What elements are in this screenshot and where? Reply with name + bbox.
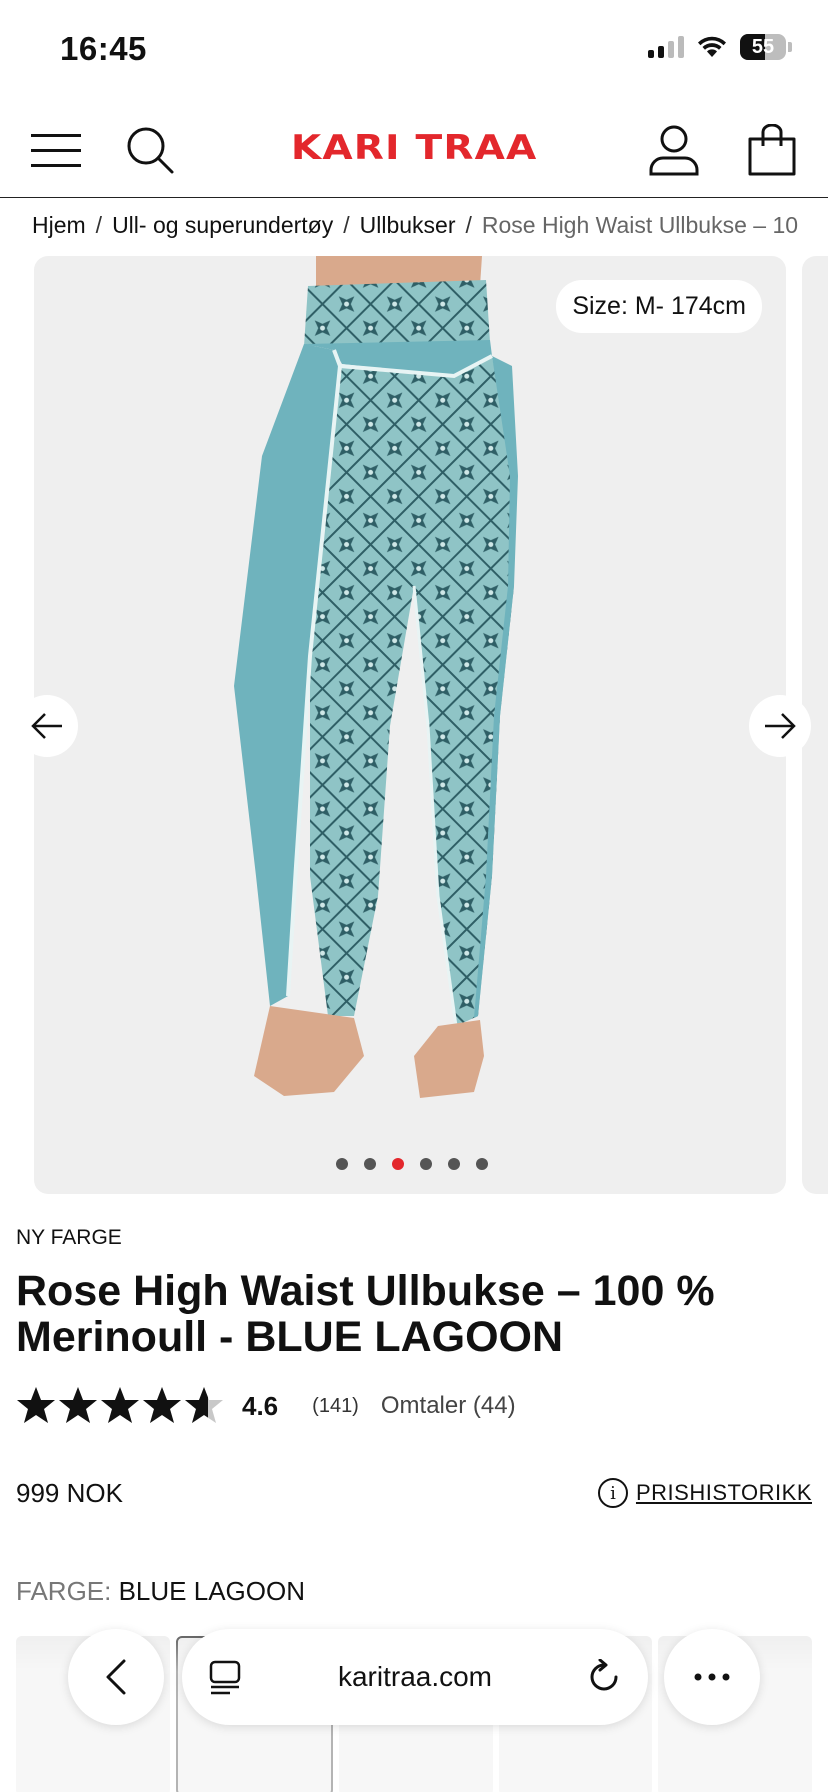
brand-logo[interactable]: KARI TRAA [288,124,540,172]
breadcrumb-separator: / [343,212,350,238]
pagination-dot[interactable] [364,1158,376,1170]
color-label: FARGE: [16,1576,112,1606]
gallery-prev-button[interactable] [16,695,78,757]
breadcrumb-separator: / [465,212,472,238]
rating-value: 4.6 [242,1390,279,1421]
rating-stars [16,1386,224,1426]
arrow-left-icon [31,713,62,739]
product-title: Rose High Waist Ullbukse – 100 % Merinou… [16,1267,715,1361]
wifi-icon [698,36,726,57]
info-icon: i [597,1478,628,1508]
status-indicators: 55 [648,34,792,60]
status-bar: 16:45 55 [0,0,828,100]
arrow-right-icon [765,713,796,739]
breadcrumb-separator: / [95,212,103,238]
star-icon [185,1387,223,1423]
breadcrumb: Hjem / Ull- og superundertøy / Ullbukser… [32,212,798,239]
pagination-dot[interactable] [336,1158,348,1170]
browser-back-button[interactable] [68,1629,164,1725]
site-header: KARI TRAA [0,100,828,198]
more-icon [694,1673,730,1681]
pagination-dot[interactable] [448,1158,460,1170]
cart-button[interactable] [744,122,800,178]
rating-count: (141) [312,1394,359,1417]
breadcrumb-current: Rose High Waist Ullbukse – 10 [481,212,799,238]
color-value: BLUE LAGOON [118,1576,305,1606]
breadcrumb-home[interactable]: Hjem [32,212,86,239]
gallery-next-button[interactable] [749,695,811,757]
color-selection: FARGE: BLUE LAGOON [16,1576,305,1607]
browser-more-button[interactable] [664,1629,760,1725]
product-gallery[interactable]: Size: M- 174cm [34,256,786,1194]
address-bar[interactable]: karitraa.com [182,1629,648,1725]
gallery-pagination [336,1158,488,1170]
menu-button[interactable] [28,122,84,178]
breadcrumb-subcategory[interactable]: Ullbukser [360,212,456,239]
pagination-dot[interactable] [476,1158,488,1170]
reload-icon[interactable] [586,1659,622,1695]
star-icon [59,1387,97,1423]
menu-icon [31,134,81,167]
new-color-badge: NY FARGE [16,1226,122,1249]
status-time: 16:45 [60,30,147,67]
battery-level: 55 [751,35,775,58]
star-icon [17,1387,55,1423]
cellular-signal-icon [648,36,684,58]
account-icon [649,125,699,176]
search-button[interactable] [122,122,178,178]
price-history-label: PRISHISTORIKK [635,1480,812,1505]
pagination-dot[interactable] [420,1158,432,1170]
shopping-bag-icon [748,124,796,176]
search-icon [127,127,174,174]
reviews-link[interactable]: Omtaler (44) [381,1392,516,1420]
pagination-dot-active[interactable] [392,1158,404,1170]
size-badge: Size: M- 174cm [556,280,762,333]
rating-row: 4.6 (141) Omtaler (44) [16,1386,516,1426]
product-price: 999 NOK [16,1478,123,1508]
price-history-link[interactable]: i PRISHISTORIKK [597,1478,812,1508]
star-icon [101,1387,139,1423]
account-button[interactable] [646,122,702,178]
star-icon [143,1387,181,1423]
address-url: karitraa.com [337,1661,493,1692]
brand-logo-text: KARI TRAA [290,128,538,168]
back-icon [106,1659,126,1695]
breadcrumb-category[interactable]: Ull- og superundertøy [112,212,333,239]
battery-icon: 55 [740,34,792,60]
product-image [234,256,518,1098]
